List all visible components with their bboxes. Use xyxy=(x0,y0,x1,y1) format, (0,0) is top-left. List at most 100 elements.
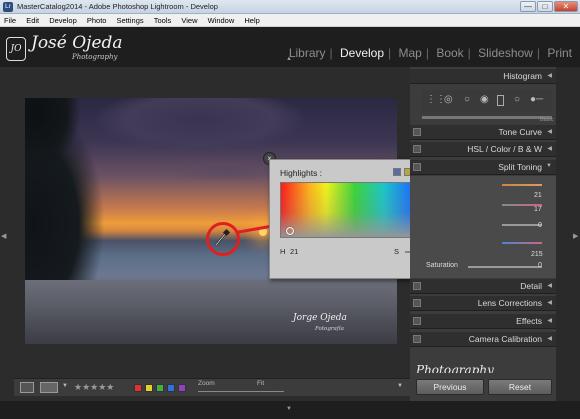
eyedropper-icon[interactable] xyxy=(211,227,233,249)
panel-lens-corrections-header[interactable]: Lens Corrections ◀ xyxy=(410,296,556,311)
loupe-view-button[interactable] xyxy=(20,382,34,393)
highlights-hue-slider[interactable] xyxy=(502,184,542,186)
panel-detail-header[interactable]: Detail ◀ xyxy=(410,279,556,294)
picker-title: Highlights : xyxy=(280,168,323,178)
red-eye-icon[interactable]: ◉ xyxy=(480,94,489,105)
highlights-hue-value[interactable]: 21 xyxy=(534,192,542,199)
panel-switch-icon[interactable] xyxy=(413,163,421,171)
spot-removal-icon[interactable]: ○ xyxy=(464,94,470,105)
panel-basic-label[interactable]: Basic xyxy=(540,117,553,123)
panel-end-logo: Photography xyxy=(416,363,494,373)
highlights-saturation-value[interactable]: 17 xyxy=(534,206,542,213)
star-rating[interactable]: ★★★★★ xyxy=(74,382,114,393)
module-print[interactable]: Print xyxy=(545,46,574,60)
balance-slider[interactable] xyxy=(502,224,542,226)
panel-switch-icon[interactable] xyxy=(413,282,421,290)
zoom-slider[interactable] xyxy=(198,391,284,392)
panel-collapse-icon[interactable]: ◀ xyxy=(547,128,552,135)
panel-collapse-icon[interactable]: ◀ xyxy=(547,145,552,152)
minimize-button[interactable]: — xyxy=(520,1,536,12)
panel-switch-icon[interactable] xyxy=(413,145,421,153)
menu-bar: File Edit Develop Photo Settings Tools V… xyxy=(0,14,580,27)
color-label-red[interactable] xyxy=(134,384,142,392)
menu-window[interactable]: Window xyxy=(204,14,239,27)
panel-collapse-icon[interactable]: ◀ xyxy=(547,72,552,79)
panel-camera-calibration-header[interactable]: Camera Calibration ◀ xyxy=(410,332,556,347)
color-picker-dot[interactable] xyxy=(286,227,294,235)
zoom-fit-label[interactable]: Fit xyxy=(257,380,264,387)
module-book[interactable]: Book xyxy=(434,46,465,60)
color-label-blue[interactable] xyxy=(167,384,175,392)
panel-effects-header[interactable]: Effects ◀ xyxy=(410,314,556,329)
hue-value[interactable]: 21 xyxy=(290,247,298,256)
menu-file[interactable]: File xyxy=(0,14,20,27)
photo-shore xyxy=(25,280,397,344)
lightroom-app-icon: Lr xyxy=(3,2,13,12)
crop-tool-icon[interactable]: ◎ xyxy=(444,94,453,105)
panel-switch-icon[interactable] xyxy=(413,335,421,343)
previous-button[interactable]: Previous xyxy=(416,379,484,395)
module-develop[interactable]: Develop xyxy=(338,46,386,60)
panel-lens-corrections-label: Lens Corrections xyxy=(477,298,542,308)
before-after-menu-icon[interactable]: ▼ xyxy=(62,383,68,389)
panel-tone-curve-header[interactable]: Tone Curve ◀ xyxy=(410,125,556,140)
menu-photo[interactable]: Photo xyxy=(83,14,111,27)
panel-collapse-icon[interactable]: ◀ xyxy=(547,282,552,289)
shadows-saturation-value[interactable]: 0 xyxy=(538,262,542,269)
grid-overlay-icon[interactable]: ⋮⋮ xyxy=(426,94,446,105)
panel-histogram-header[interactable]: Histogram ◀ xyxy=(410,69,556,84)
panel-switch-icon[interactable] xyxy=(413,317,421,325)
panel-hsl-header[interactable]: HSL / Color / B & W ◀ xyxy=(410,142,556,157)
bottom-panel-edge: ▼ xyxy=(0,401,580,419)
module-separator: | xyxy=(536,46,540,60)
shadows-hue-slider[interactable] xyxy=(502,242,542,244)
panel-detail-label: Detail xyxy=(520,281,542,291)
panel-camera-calibration-label: Camera Calibration xyxy=(468,334,542,344)
graduated-filter-icon[interactable] xyxy=(497,95,504,106)
radial-filter-icon[interactable]: ○ xyxy=(514,94,520,105)
menu-view[interactable]: View xyxy=(177,14,201,27)
adjustment-brush-icon[interactable]: ●─ xyxy=(530,94,543,105)
menu-tools[interactable]: Tools xyxy=(150,14,176,27)
identity-subtitle: Photography xyxy=(72,53,118,61)
menu-develop[interactable]: Develop xyxy=(45,14,81,27)
module-library[interactable]: Library xyxy=(287,46,328,60)
filmstrip-toggle-icon[interactable]: ▼ xyxy=(286,406,292,412)
maximize-button[interactable]: □ xyxy=(537,1,553,12)
toolbar-menu-icon[interactable]: ▼ xyxy=(397,383,403,389)
panel-collapse-icon[interactable]: ◀ xyxy=(547,317,552,324)
right-panel-toggle-icon[interactable]: ▶ xyxy=(573,232,578,240)
menu-edit[interactable]: Edit xyxy=(22,14,43,27)
module-map[interactable]: Map xyxy=(397,46,424,60)
color-preset-swatch[interactable] xyxy=(393,168,401,176)
top-panel-toggle-icon[interactable]: ▲ xyxy=(286,56,292,62)
histogram-tool-strip: ⋮⋮ ◎ ○ ◉ ○ ●─ xyxy=(422,90,552,112)
module-picker: Library | Develop | Map | Book | Slideshow | … xyxy=(287,46,574,60)
panel-split-toning-label: Split Toning xyxy=(498,162,542,172)
panel-switch-icon[interactable] xyxy=(413,128,421,136)
before-after-view-button[interactable] xyxy=(40,382,58,393)
color-label-green[interactable] xyxy=(156,384,164,392)
panel-switch-icon[interactable] xyxy=(413,299,421,307)
module-separator: | xyxy=(425,46,429,60)
menu-settings[interactable]: Settings xyxy=(113,14,148,27)
shadows-saturation-label: Saturation xyxy=(426,262,458,269)
left-panel-toggle-icon[interactable]: ◀ xyxy=(1,232,6,240)
color-label-purple[interactable] xyxy=(178,384,186,392)
module-slideshow[interactable]: Slideshow xyxy=(476,46,535,60)
panel-split-toning-header[interactable]: Split Toning ▼ xyxy=(410,160,556,175)
menu-help[interactable]: Help xyxy=(240,14,263,27)
shadows-saturation-slider[interactable] xyxy=(468,266,542,268)
window-titlebar: Lr MasterCatalog2014 - Adobe Photoshop L… xyxy=(0,0,580,14)
panel-collapse-icon[interactable]: ◀ xyxy=(547,299,552,306)
shadows-hue-value[interactable]: 215 xyxy=(531,251,543,258)
color-label-yellow[interactable] xyxy=(145,384,153,392)
panel-collapse-icon[interactable]: ◀ xyxy=(547,335,552,342)
right-panel-edge xyxy=(556,67,580,419)
panel-expand-icon[interactable]: ▼ xyxy=(546,163,552,169)
balance-value[interactable]: 0 xyxy=(538,222,542,229)
panel-histogram-label: Histogram xyxy=(503,71,542,81)
close-window-button[interactable]: ✕ xyxy=(554,1,578,12)
develop-toolbar: ▼ ★★★★★ Zoom Fit ▼ xyxy=(14,378,410,396)
reset-button[interactable]: Reset xyxy=(488,379,552,395)
